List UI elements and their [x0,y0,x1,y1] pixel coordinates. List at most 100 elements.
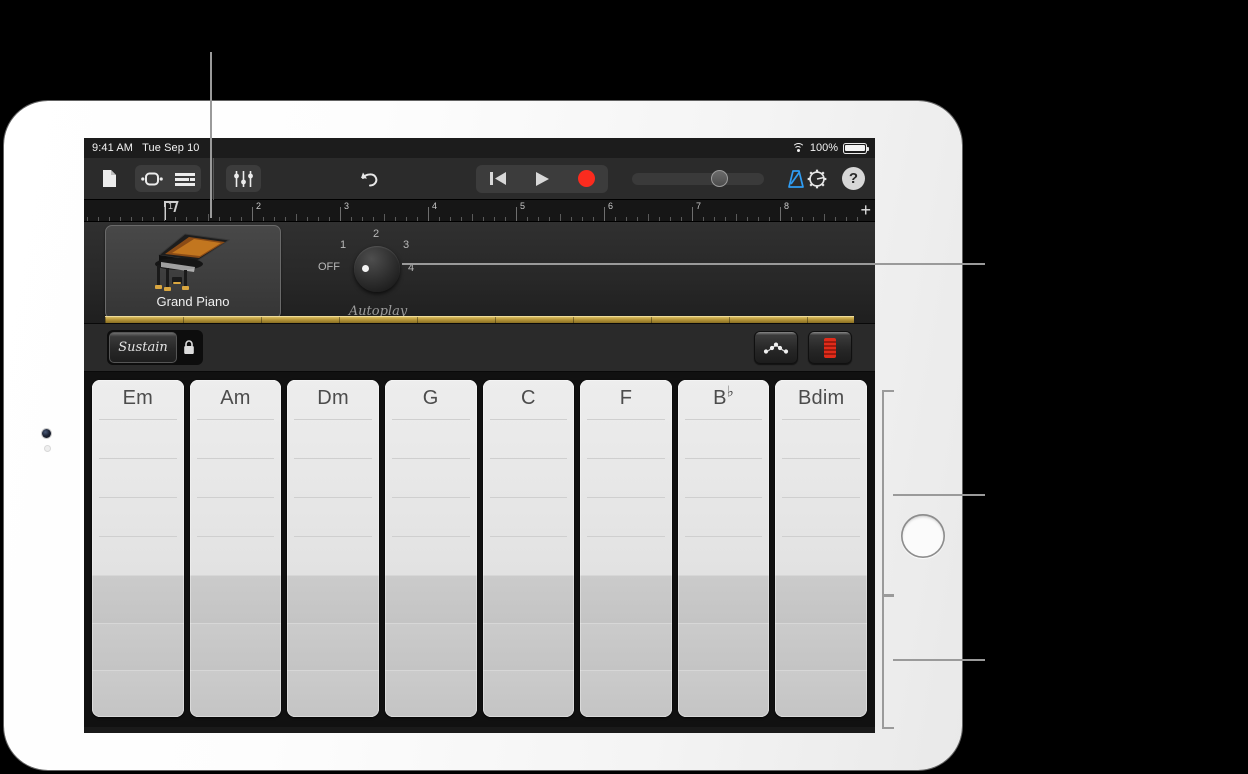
mixer-sliders-icon[interactable] [226,165,261,192]
undo-button[interactable] [346,170,392,188]
chord-strip[interactable]: Em [92,380,184,717]
track-view-icon[interactable] [168,165,201,192]
chord-strips-button[interactable] [808,331,852,364]
chord-bass-row[interactable] [384,669,477,717]
chord-bass-row[interactable] [580,575,672,623]
performance-control-bar: Sustain [84,324,875,372]
timeline-ruler[interactable]: + 1 2 3 4 5 6 7 8 [84,200,875,222]
autoplay-mark-off[interactable]: OFF [318,261,340,273]
rewind-button[interactable] [476,165,520,193]
chord-strip-bass-zone[interactable] [677,575,770,717]
chord-strip-upper-zone[interactable]: B♭ [677,380,770,576]
chord-strip-bass-zone[interactable] [287,575,379,717]
chord-bass-row[interactable] [775,622,867,670]
loop-browser-icon[interactable] [135,165,168,192]
chord-strip-bass-zone[interactable] [189,575,282,717]
chord-name: Em [122,387,154,409]
instrument-card[interactable]: Grand Piano [105,225,281,319]
chord-zone-divider [782,419,860,421]
master-volume-slider[interactable] [632,165,764,193]
autoplay-mark-1[interactable]: 1 [340,239,346,251]
chord-strip[interactable]: G [384,380,477,717]
chord-bass-row[interactable] [92,622,184,670]
chord-bass-row[interactable] [189,575,282,623]
chord-strip[interactable]: Dm [287,380,379,717]
ruler-sub-tick [241,217,242,221]
chord-bass-row[interactable] [287,622,379,670]
ruler-sub-tick [846,217,847,221]
add-section-button[interactable]: + [860,201,871,219]
chord-strip-bass-zone[interactable] [482,575,575,717]
chord-bass-row[interactable] [677,669,770,717]
chord-bass-row[interactable] [384,575,477,623]
chord-zone-divider [294,458,372,460]
status-date: Tue Sep 10 [142,142,200,154]
chord-strip-upper-zone[interactable]: Dm [287,380,379,576]
chord-zone-divider [391,497,470,499]
help-button[interactable]: ? [842,167,865,190]
chord-strip-upper-zone[interactable]: C [482,380,575,576]
chord-bass-row[interactable] [677,575,770,623]
chord-bass-row[interactable] [92,669,184,717]
ruler-bar-number: 7 [696,201,702,211]
chord-strip[interactable]: Bdim [775,380,867,717]
chord-strip-upper-zone[interactable]: G [384,380,477,576]
ruler-sub-tick [395,217,396,221]
chord-bass-row[interactable] [384,622,477,670]
chord-bass-row[interactable] [482,669,575,717]
chord-strip-bass-zone[interactable] [580,575,672,717]
chord-bass-row[interactable] [775,669,867,717]
metronome-button[interactable] [786,169,806,189]
chord-bass-row[interactable] [482,622,575,670]
ambient-sensor-icon [45,446,50,451]
my-songs-document-icon[interactable] [94,166,124,192]
chord-zone-divider [782,536,860,538]
ruler-bar-tick [516,207,517,221]
sustain-label: Sustain [118,340,168,355]
home-button[interactable] [901,514,945,558]
chord-strip-upper-zone[interactable]: Am [189,380,282,576]
chord-zone-divider [99,458,177,460]
chord-bass-row[interactable] [189,669,282,717]
chord-strip[interactable]: F [580,380,672,717]
chord-zone-divider [391,419,470,421]
chord-name: Bdim [798,387,845,409]
chord-bass-row[interactable] [775,575,867,623]
chord-strip-bass-zone[interactable] [92,575,184,717]
chord-bass-row[interactable] [92,575,184,623]
chord-bass-row[interactable] [677,622,770,670]
chord-strip-bass-zone[interactable] [775,575,867,717]
chord-strip[interactable]: Am [189,380,282,717]
chord-strip[interactable]: B♭ [677,380,770,717]
record-button[interactable] [564,165,608,193]
chord-bass-row[interactable] [287,669,379,717]
chord-bass-row[interactable] [580,669,672,717]
chord-strip-upper-zone[interactable]: Bdim [775,380,867,576]
ipad-screen: 9:41 AM Tue Sep 10 100% ? + 1 2 3 4 5 6 … [84,138,875,733]
chord-bass-row[interactable] [482,575,575,623]
sustain-lock-button[interactable] [177,332,201,363]
chord-bass-row[interactable] [287,575,379,623]
sustain-button[interactable]: Sustain [109,332,177,363]
chord-name: Am [220,387,251,409]
ruler-sub-tick [406,217,407,221]
ruler-sub-tick [582,217,583,221]
chord-strip[interactable]: C [482,380,575,717]
chord-strip-upper-zone[interactable]: Em [92,380,184,576]
arpeggiator-button[interactable] [754,331,798,364]
mixer-button[interactable] [226,165,261,192]
chord-strip-upper-zone[interactable]: F [580,380,672,576]
ruler-sub-tick [527,217,528,221]
autoplay-mark-3[interactable]: 3 [403,239,409,251]
autoplay-knob[interactable] [354,246,400,292]
chord-bass-row[interactable] [189,622,282,670]
ruler-bar-number: 3 [344,201,350,211]
chord-strip-bass-zone[interactable] [384,575,477,717]
settings-button[interactable] [806,168,828,190]
view-toggle-group [135,165,201,192]
autoplay-mark-2[interactable]: 2 [373,228,379,240]
ruler-sub-tick [549,217,550,221]
play-button[interactable] [520,165,564,193]
chord-bass-row[interactable] [580,622,672,670]
ruler-sub-tick [538,217,539,221]
